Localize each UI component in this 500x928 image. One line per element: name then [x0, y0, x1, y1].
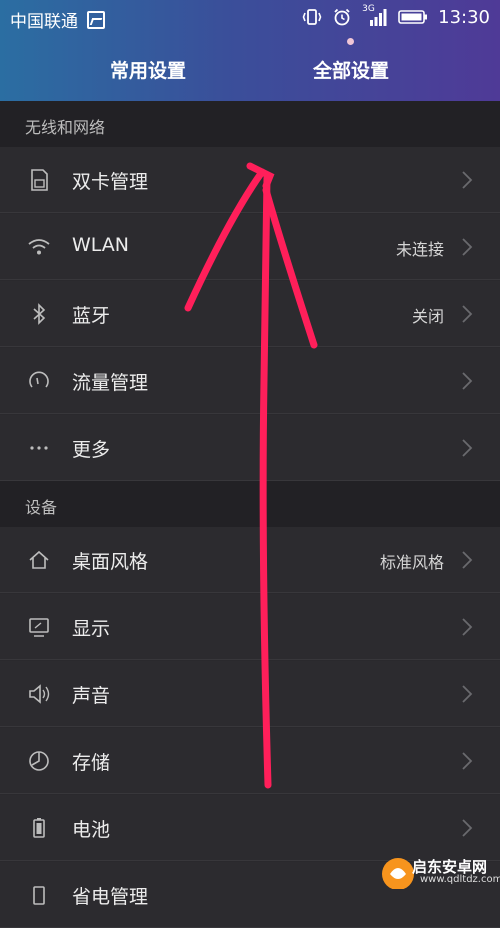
battery-status-icon [398, 10, 428, 24]
settings-row-bluetooth[interactable]: 蓝牙 关闭 [0, 281, 500, 347]
watermark-url: www.qdltdz.com [420, 874, 500, 885]
row-label: 双卡管理 [72, 171, 149, 193]
row-label: 省电管理 [72, 886, 149, 908]
image-notification-icon [87, 11, 106, 29]
carrier-name: 中国联通 [10, 12, 78, 32]
row-label: WLAN [72, 234, 130, 256]
row-value: 未连接 [395, 240, 444, 259]
settings-row-sound[interactable]: 声音 [0, 661, 500, 727]
chevron-right-icon [462, 618, 473, 636]
carrier-label: 中国联通 [10, 7, 106, 32]
status-bar: 中国联通 3G 13:30 [0, 0, 500, 36]
row-label: 显示 [72, 618, 111, 640]
settings-row-dual-sim[interactable]: 双卡管理 [0, 147, 500, 213]
header-bar: 中国联通 3G 13:30 常用设置 全部设置 [0, 0, 500, 101]
vibrate-icon [302, 9, 322, 25]
section-title: 无线和网络 [25, 118, 106, 137]
clock: 13:30 [438, 6, 490, 28]
settings-row-display[interactable]: 显示 [0, 594, 500, 660]
chevron-right-icon [462, 685, 473, 703]
display-icon [29, 618, 49, 637]
settings-row-storage[interactable]: 存储 [0, 728, 500, 794]
bluetooth-icon [33, 303, 46, 325]
section-header-wireless: 无线和网络 [0, 101, 500, 147]
more-icon [30, 446, 48, 450]
chevron-right-icon [462, 752, 473, 770]
chevron-right-icon [462, 819, 473, 837]
signal-indicator: 3G [362, 4, 388, 28]
settings-row-more[interactable]: 更多 [0, 415, 500, 481]
settings-row-data-usage[interactable]: 流量管理 [0, 348, 500, 414]
storage-icon [29, 751, 49, 771]
chevron-right-icon [462, 551, 473, 569]
row-label: 更多 [72, 439, 111, 461]
row-label: 存储 [72, 752, 111, 774]
power-saving-icon [33, 886, 45, 905]
home-icon [29, 550, 49, 569]
wifi-icon [28, 239, 50, 255]
chevron-right-icon [462, 238, 473, 256]
row-label: 蓝牙 [72, 305, 111, 327]
row-label: 桌面风格 [72, 551, 149, 573]
chevron-right-icon [462, 171, 473, 189]
section-title: 设备 [25, 498, 58, 517]
alarm-icon [334, 8, 350, 26]
settings-tabs: 常用设置 全部设置 [0, 48, 500, 98]
section-header-device: 设备 [0, 481, 500, 527]
active-tab-indicator [347, 38, 354, 45]
row-label: 流量管理 [72, 372, 149, 394]
chevron-right-icon [462, 305, 473, 323]
chevron-right-icon [462, 372, 473, 390]
settings-row-wlan[interactable]: WLAN 未连接 [0, 214, 500, 280]
tab-common-settings[interactable]: 常用设置 [110, 56, 186, 83]
battery-icon [33, 818, 45, 838]
row-label: 电池 [72, 819, 111, 841]
signal-icon [370, 9, 387, 26]
tab-all-settings[interactable]: 全部设置 [313, 56, 389, 83]
data-usage-icon [29, 371, 49, 388]
status-icons: 3G 13:30 [302, 4, 490, 28]
row-value: 标准风格 [379, 553, 444, 572]
sound-icon [29, 684, 50, 704]
row-label: 声音 [72, 685, 111, 707]
settings-row-home-style[interactable]: 桌面风格 标准风格 [0, 527, 500, 593]
row-value: 关闭 [411, 307, 444, 326]
sim-card-icon [31, 169, 48, 191]
chevron-right-icon [462, 439, 473, 457]
